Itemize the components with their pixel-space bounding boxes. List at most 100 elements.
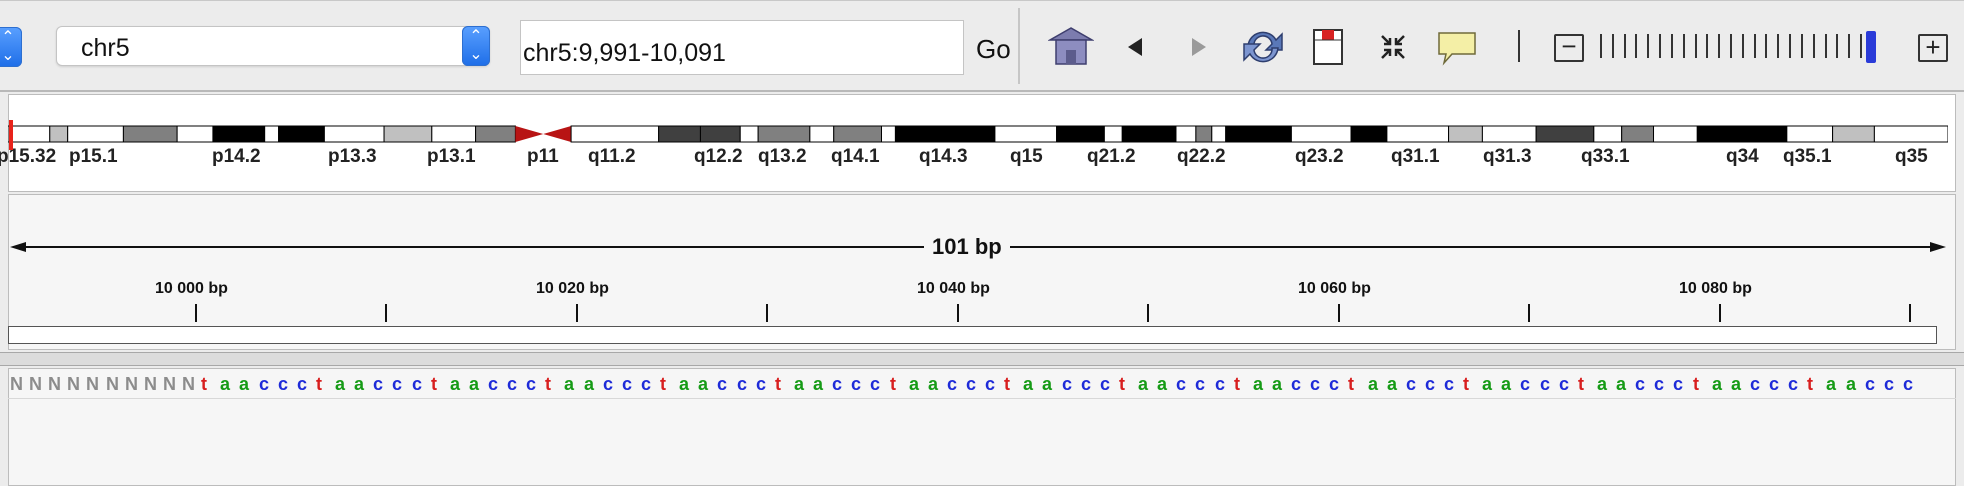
sequence-base: a bbox=[1597, 374, 1608, 394]
sequence-base: c bbox=[1329, 374, 1340, 394]
sequence-base: a bbox=[1501, 374, 1512, 394]
zoom-tick bbox=[1647, 34, 1649, 58]
ruler-track-box bbox=[8, 326, 1937, 344]
sequence-base: a bbox=[794, 374, 805, 394]
band-label: p11 bbox=[527, 146, 559, 167]
sequence-base: c bbox=[259, 374, 270, 394]
ideogram-band bbox=[212, 125, 266, 143]
ideogram-band bbox=[699, 125, 741, 143]
sequence-base: c bbox=[1215, 374, 1226, 394]
ruler-major-tick bbox=[195, 304, 197, 322]
sequence-base: N bbox=[163, 374, 176, 394]
zoom-tick bbox=[1683, 34, 1685, 58]
ideogram-centromere bbox=[515, 126, 544, 142]
ideogram-band bbox=[278, 125, 325, 143]
band-label: q31.3 bbox=[1483, 146, 1532, 167]
genome-dropdown-stepper[interactable]: ⌃ ⌄ bbox=[0, 27, 22, 67]
ideogram-band bbox=[1696, 125, 1788, 143]
sequence-base: c bbox=[1081, 374, 1092, 394]
sequence-base: t bbox=[1807, 374, 1813, 394]
ideogram-centromere bbox=[543, 126, 572, 142]
band-label: q15 bbox=[1010, 146, 1043, 167]
resize-to-window-icon[interactable] bbox=[1378, 32, 1408, 62]
forward-icon[interactable] bbox=[1188, 36, 1210, 58]
sequence-base: a bbox=[469, 374, 480, 394]
sequence-base: c bbox=[1673, 374, 1684, 394]
sequence-base: c bbox=[1635, 374, 1646, 394]
band-label: q23.2 bbox=[1295, 146, 1344, 167]
sequence-base: c bbox=[1903, 374, 1914, 394]
sequence-base: N bbox=[86, 374, 99, 394]
sequence-base: c bbox=[851, 374, 862, 394]
sequence-base: a bbox=[698, 374, 709, 394]
sequence-base: c bbox=[507, 374, 518, 394]
locus-search-input[interactable] bbox=[520, 20, 964, 75]
ideogram-band bbox=[1621, 125, 1655, 143]
sequence-base: a bbox=[1731, 374, 1742, 394]
band-label: p14.2 bbox=[212, 146, 261, 167]
sequence-base: a bbox=[928, 374, 939, 394]
span-label: 101 bp bbox=[924, 234, 1010, 260]
chromosome-dropdown[interactable]: chr5 ⌃ ⌄ bbox=[56, 26, 490, 66]
sequence-base: t bbox=[660, 374, 666, 394]
zoom-tick bbox=[1848, 34, 1850, 58]
band-label: q14.1 bbox=[831, 146, 880, 167]
sequence-base: c bbox=[1062, 374, 1073, 394]
zoom-slider-thumb[interactable] bbox=[1866, 31, 1876, 63]
ideogram-band bbox=[1386, 125, 1450, 143]
refresh-icon[interactable] bbox=[1240, 26, 1286, 68]
band-label: q12.2 bbox=[694, 146, 743, 167]
home-icon[interactable] bbox=[1048, 26, 1094, 66]
sequence-base: t bbox=[890, 374, 896, 394]
ideogram-band bbox=[1786, 125, 1834, 143]
sequence-base: t bbox=[1234, 374, 1240, 394]
band-label: q31.1 bbox=[1391, 146, 1440, 167]
zoom-slider-track[interactable] bbox=[1600, 34, 1862, 58]
ideogram-band bbox=[1535, 125, 1595, 143]
sequence-base: a bbox=[354, 374, 365, 394]
sequence-base: a bbox=[679, 374, 690, 394]
sequence-base: t bbox=[1119, 374, 1125, 394]
sequence-base: a bbox=[1826, 374, 1837, 394]
zoom-tick bbox=[1825, 34, 1827, 58]
sequence-base: N bbox=[144, 374, 157, 394]
sequence-base: c bbox=[966, 374, 977, 394]
chevron-up-icon: ⌃ bbox=[1, 29, 15, 46]
zoom-out-button[interactable]: − bbox=[1554, 33, 1584, 62]
ideogram-band bbox=[8, 125, 51, 143]
band-label: q34 bbox=[1726, 146, 1759, 167]
sequence-base: c bbox=[278, 374, 289, 394]
band-label: q35.1 bbox=[1783, 146, 1832, 167]
ideogram-band bbox=[431, 125, 477, 143]
sequence-base: c bbox=[1176, 374, 1187, 394]
go-button[interactable]: Go bbox=[976, 34, 1011, 65]
ruler-tick-label: 10 040 bp bbox=[917, 280, 990, 297]
ideogram-band bbox=[1290, 125, 1352, 143]
sequence-base: t bbox=[316, 374, 322, 394]
sequence-base: t bbox=[1693, 374, 1699, 394]
sequence-base: c bbox=[1310, 374, 1321, 394]
zoom-tick bbox=[1718, 34, 1720, 58]
region-of-interest-icon[interactable] bbox=[1312, 28, 1344, 66]
panel-splitter[interactable] bbox=[0, 352, 1964, 366]
zoom-tick bbox=[1695, 34, 1697, 58]
zoom-in-button[interactable]: + bbox=[1918, 34, 1948, 62]
sequence-base: a bbox=[584, 374, 595, 394]
chromosome-ideogram[interactable] bbox=[8, 122, 1948, 146]
sequence-base: a bbox=[1272, 374, 1283, 394]
sequence-base: c bbox=[641, 374, 652, 394]
chromosome-dropdown-stepper[interactable]: ⌃ ⌄ bbox=[462, 26, 490, 66]
sequence-base: t bbox=[1578, 374, 1584, 394]
back-icon[interactable] bbox=[1124, 36, 1146, 58]
zoom-tick bbox=[1754, 34, 1756, 58]
sequence-base: N bbox=[10, 374, 23, 394]
sequence-base: c bbox=[1788, 374, 1799, 394]
sequence-base: c bbox=[1520, 374, 1531, 394]
ideogram-band bbox=[383, 125, 433, 143]
zoom-tick bbox=[1765, 34, 1767, 58]
ideogram-band bbox=[49, 125, 69, 143]
popup-text-icon[interactable] bbox=[1436, 30, 1478, 66]
zoom-tick bbox=[1789, 34, 1791, 58]
ideogram-band bbox=[1832, 125, 1875, 143]
sequence-base: a bbox=[813, 374, 824, 394]
